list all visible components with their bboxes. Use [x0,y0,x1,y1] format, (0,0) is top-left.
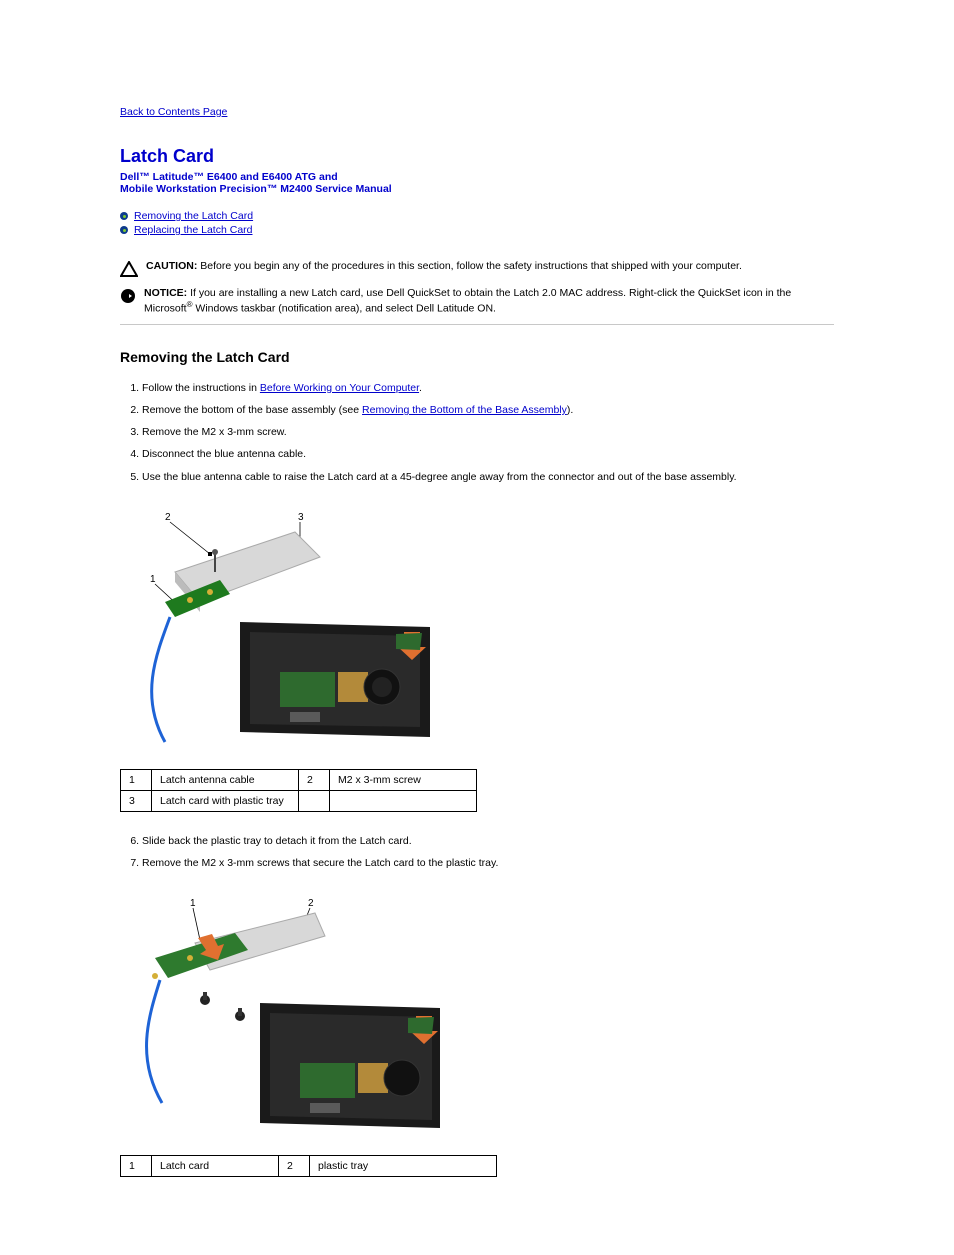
figure-2: 1 2 [120,888,834,1141]
caution-text: CAUTION: Before you begin any of the pro… [146,259,742,273]
step-item: Disconnect the blue antenna cable. [142,443,834,465]
caution-block: CAUTION: Before you begin any of the pro… [120,259,834,280]
page-title: Latch Card [120,146,834,167]
toc-list: Removing the Latch Card Replacing the La… [120,209,834,237]
steps-list-continued: Slide back the plastic tray to detach it… [120,830,834,874]
step-item: Remove the bottom of the base assembly (… [142,399,834,421]
step-link[interactable]: Removing the Bottom of the Base Assembly [362,404,567,416]
notice-text: NOTICE: If you are installing a new Latc… [144,286,834,316]
cell-label: Latch card with plastic tray [152,790,299,811]
step-item: Remove the M2 x 3-mm screw. [142,421,834,443]
cell-label: M2 x 3-mm screw [330,769,477,790]
step-item: Slide back the plastic tray to detach it… [142,830,834,852]
cell-num [299,790,330,811]
doc-subtitle: Dell™ Latitude™ E6400 and E6400 ATG and … [120,171,834,195]
cell-label: Latch antenna cable [152,769,299,790]
toc-item: Replacing the Latch Card [120,223,834,237]
cell-label [330,790,477,811]
svg-text:1: 1 [190,898,196,909]
step-item: Use the blue antenna cable to raise the … [142,466,834,488]
divider [120,324,834,325]
cell-num: 2 [279,1156,310,1177]
step-link[interactable]: Before Working on Your Computer [260,382,419,394]
cell-num: 2 [299,769,330,790]
svg-text:3: 3 [298,512,304,523]
figure-2-image: 1 2 [120,888,440,1138]
toc-item: Removing the Latch Card [120,209,834,223]
cell-num: 1 [121,769,152,790]
bullet-icon [120,226,128,234]
svg-text:2: 2 [165,512,171,523]
table-row: 1 Latch card 2 plastic tray [121,1156,497,1177]
steps-list: Follow the instructions in Before Workin… [120,377,834,488]
cell-label: plastic tray [310,1156,497,1177]
bullet-icon [120,212,128,220]
toc-link-replacing[interactable]: Replacing the Latch Card [134,224,253,236]
figure-1-image: 1 2 3 [120,502,440,752]
cell-label: Latch card [152,1156,279,1177]
svg-text:1: 1 [150,574,156,585]
parts-table-2: 1 Latch card 2 plastic tray [120,1155,497,1177]
notice-block: NOTICE: If you are installing a new Latc… [120,286,834,316]
toc-link-removing[interactable]: Removing the Latch Card [134,210,253,222]
caution-icon [120,261,138,280]
step-item: Follow the instructions in Before Workin… [142,377,834,399]
parts-table-1: 1 Latch antenna cable 2 M2 x 3-mm screw … [120,769,477,812]
table-row: 3 Latch card with plastic tray [121,790,477,811]
step-item: Remove the M2 x 3-mm screws that secure … [142,852,834,874]
cell-num: 1 [121,1156,152,1177]
table-row: 1 Latch antenna cable 2 M2 x 3-mm screw [121,769,477,790]
back-to-contents-link[interactable]: Back to Contents Page [120,106,227,118]
section-heading-removing: Removing the Latch Card [120,349,834,365]
cell-num: 3 [121,790,152,811]
svg-text:2: 2 [308,898,314,909]
figure-1: 1 2 3 [120,502,834,755]
notice-icon [120,288,136,307]
